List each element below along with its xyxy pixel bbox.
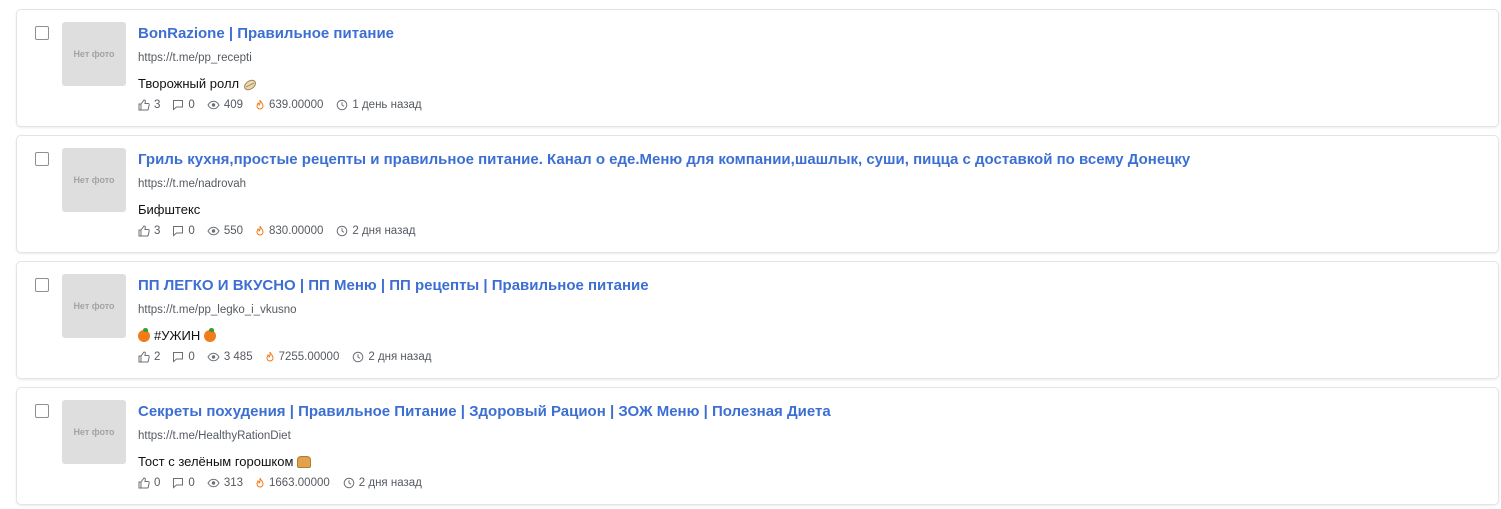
select-checkbox[interactable] — [35, 26, 49, 40]
post-time: 2 дня назад — [358, 477, 422, 489]
post-text: Творожный ролл — [138, 76, 257, 91]
post-title-link[interactable]: ПП ЛЕГКО И ВКУСНО | ПП Меню | ПП рецепты… — [138, 277, 649, 294]
fire-icon — [256, 225, 264, 236]
score-value: 639.00000 — [269, 99, 324, 111]
roll-emoji-icon — [243, 78, 257, 90]
select-checkbox[interactable] — [35, 404, 49, 418]
views-count: 313 — [223, 477, 243, 489]
post-card: Нет фото BonRazione | Правильное питание… — [16, 9, 1499, 127]
time-stat: 2 дня назад — [343, 477, 422, 489]
views-stat: 313 — [207, 477, 243, 489]
fire-icon — [256, 99, 264, 110]
comments-count: 0 — [188, 99, 195, 111]
likes-stat: 0 — [138, 477, 160, 489]
likes-count: 3 — [154, 99, 161, 111]
likes-stat: 3 — [138, 99, 160, 111]
thumbs-up-icon — [138, 225, 150, 237]
comments-stat: 0 — [172, 225, 195, 237]
channel-url: https://t.me/pp_legko_i_vkusno — [138, 304, 297, 316]
comments-stat: 0 — [172, 99, 195, 111]
views-stat: 550 — [207, 225, 243, 237]
post-list: Нет фото BonRazione | Правильное питание… — [0, 0, 1501, 509]
eye-icon — [207, 352, 220, 362]
time-stat: 1 день назад — [336, 99, 422, 111]
thumbs-up-icon — [138, 351, 150, 363]
thumbs-up-icon — [138, 477, 150, 489]
thumbs-up-icon — [138, 99, 150, 111]
tangerine-emoji-icon — [204, 327, 217, 342]
post-text: #УЖИН — [138, 327, 217, 343]
post-stats: 2 0 3 485 7255.00000 2 дня назад — [138, 351, 443, 363]
post-card: Нет фото ПП ЛЕГКО И ВКУСНО | ПП Меню | П… — [16, 261, 1499, 379]
score-stat: 639.00000 — [255, 99, 323, 111]
post-stats: 3 0 409 639.00000 1 день назад — [138, 99, 434, 111]
clock-icon — [337, 225, 348, 237]
clock-icon — [337, 99, 348, 111]
comments-count: 0 — [188, 351, 195, 363]
post-time: 2 дня назад — [352, 225, 416, 237]
score-stat: 830.00000 — [255, 225, 323, 237]
select-checkbox[interactable] — [35, 152, 49, 166]
views-count: 550 — [223, 225, 243, 237]
post-title-link[interactable]: Секреты похудения | Правильное Питание |… — [138, 403, 831, 420]
likes-count: 0 — [154, 477, 161, 489]
time-stat: 2 дня назад — [352, 351, 431, 363]
post-text: Бифштекс — [138, 202, 200, 217]
comment-icon — [173, 100, 184, 111]
channel-url: https://t.me/nadrovah — [138, 178, 247, 190]
comment-icon — [173, 226, 184, 237]
clock-icon — [343, 477, 355, 489]
score-value: 830.00000 — [269, 225, 324, 237]
time-stat: 2 дня назад — [336, 225, 415, 237]
score-stat: 1663.00000 — [255, 477, 330, 489]
comments-count: 0 — [188, 477, 195, 489]
score-stat: 7255.00000 — [265, 351, 340, 363]
post-text-content: Тост с зелёным горошком — [138, 454, 294, 469]
post-text-content: #УЖИН — [154, 328, 201, 343]
comments-stat: 0 — [172, 477, 195, 489]
likes-stat: 3 — [138, 225, 160, 237]
views-count: 3 485 — [223, 351, 253, 363]
eye-icon — [207, 226, 220, 236]
thumbnail-placeholder: Нет фото — [62, 22, 126, 86]
thumbnail-placeholder: Нет фото — [62, 274, 126, 338]
post-text-content: Творожный ролл — [138, 76, 240, 91]
post-title-link[interactable]: Гриль кухня,простые рецепты и правильное… — [138, 151, 1190, 168]
thumbnail-placeholder: Нет фото — [62, 148, 126, 212]
comments-stat: 0 — [172, 351, 195, 363]
likes-count: 2 — [154, 351, 161, 363]
post-stats: 0 0 313 1663.00000 2 дня назад — [138, 477, 434, 489]
comment-icon — [173, 478, 184, 489]
clock-icon — [353, 351, 364, 363]
select-checkbox[interactable] — [35, 278, 49, 292]
comments-count: 0 — [188, 225, 195, 237]
post-text-content: Бифштекс — [138, 202, 201, 217]
views-count: 409 — [223, 99, 243, 111]
eye-icon — [207, 100, 220, 110]
likes-count: 3 — [154, 225, 161, 237]
post-stats: 3 0 550 830.00000 2 дня назад — [138, 225, 427, 237]
thumbnail-placeholder: Нет фото — [62, 400, 126, 464]
post-title-link[interactable]: BonRazione | Правильное питание — [138, 25, 394, 42]
likes-stat: 2 — [138, 351, 160, 363]
post-card: Нет фото Секреты похудения | Правильное … — [16, 387, 1499, 505]
comment-icon — [173, 352, 184, 363]
channel-url: https://t.me/HealthyRationDiet — [138, 430, 291, 442]
post-time: 1 день назад — [352, 99, 422, 111]
eye-icon — [207, 478, 220, 488]
bread-emoji-icon — [297, 455, 312, 468]
score-value: 7255.00000 — [278, 351, 340, 363]
channel-url: https://t.me/pp_recepti — [138, 52, 252, 64]
views-stat: 3 485 — [207, 351, 253, 363]
post-time: 2 дня назад — [368, 351, 432, 363]
score-value: 1663.00000 — [269, 477, 330, 489]
tangerine-emoji-icon — [138, 327, 150, 342]
post-card: Нет фото Гриль кухня,простые рецепты и п… — [16, 135, 1499, 253]
fire-icon — [256, 477, 264, 488]
fire-icon — [266, 351, 274, 362]
views-stat: 409 — [207, 99, 243, 111]
post-text: Тост с зелёным горошком — [138, 454, 312, 469]
